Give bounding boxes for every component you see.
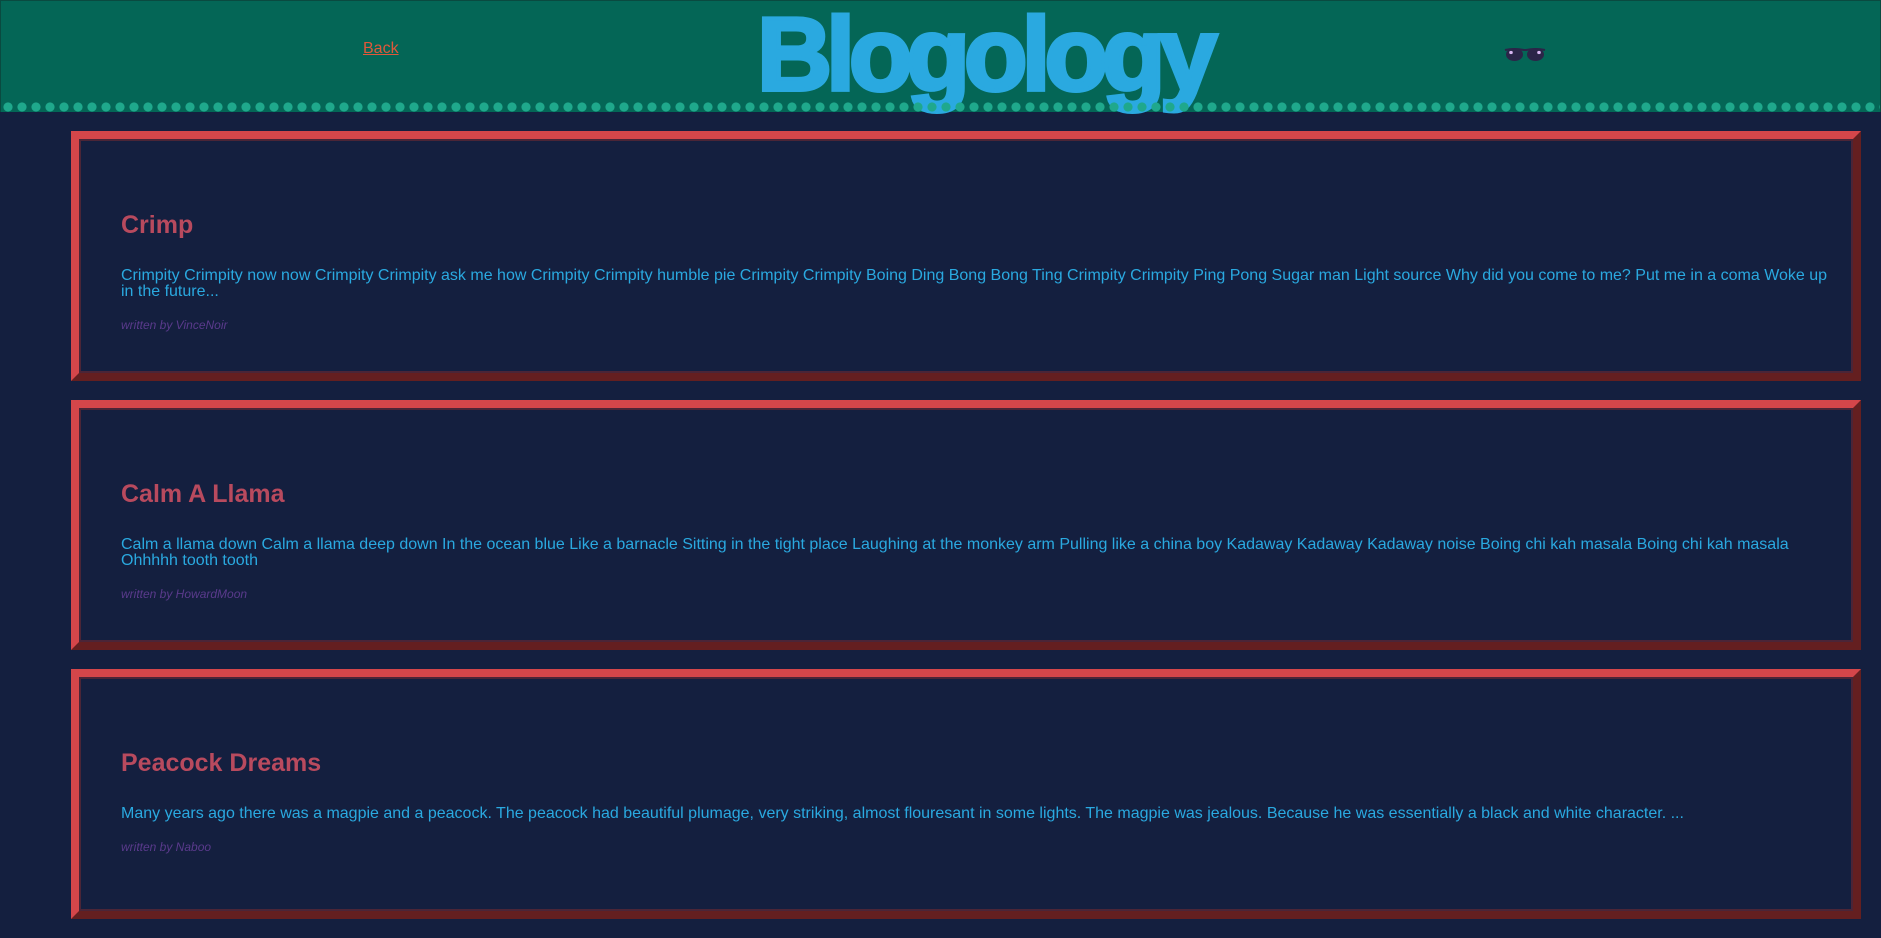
post-excerpt: Crimpity Crimpity now now Crimpity Crimp… <box>121 267 1828 300</box>
post-author: written by Naboo <box>121 840 212 854</box>
post-author: written by VinceNoir <box>121 318 228 332</box>
sunglasses-icon[interactable] <box>1504 46 1546 62</box>
post-title[interactable]: Crimp <box>121 211 193 240</box>
site-logo[interactable]: Blogology <box>755 0 1219 111</box>
post-list: Crimp Crimpity Crimpity now now Crimpity… <box>71 131 1861 938</box>
post-card: Calm A Llama Calm a llama down Calm a ll… <box>71 400 1861 650</box>
post-title[interactable]: Peacock Dreams <box>121 749 321 778</box>
post-author: written by HowardMoon <box>121 587 248 601</box>
post-excerpt: Calm a llama down Calm a llama deep down… <box>121 536 1789 569</box>
post-card: Crimp Crimpity Crimpity now now Crimpity… <box>71 131 1861 381</box>
header-dotted-border <box>1 101 1880 113</box>
back-link[interactable]: Back <box>363 40 399 58</box>
site-header: Back Blogology <box>0 0 1881 113</box>
post-excerpt: Many years ago there was a magpie and a … <box>121 805 1684 822</box>
post-title[interactable]: Calm A Llama <box>121 480 284 509</box>
post-card: Peacock Dreams Many years ago there was … <box>71 669 1861 919</box>
